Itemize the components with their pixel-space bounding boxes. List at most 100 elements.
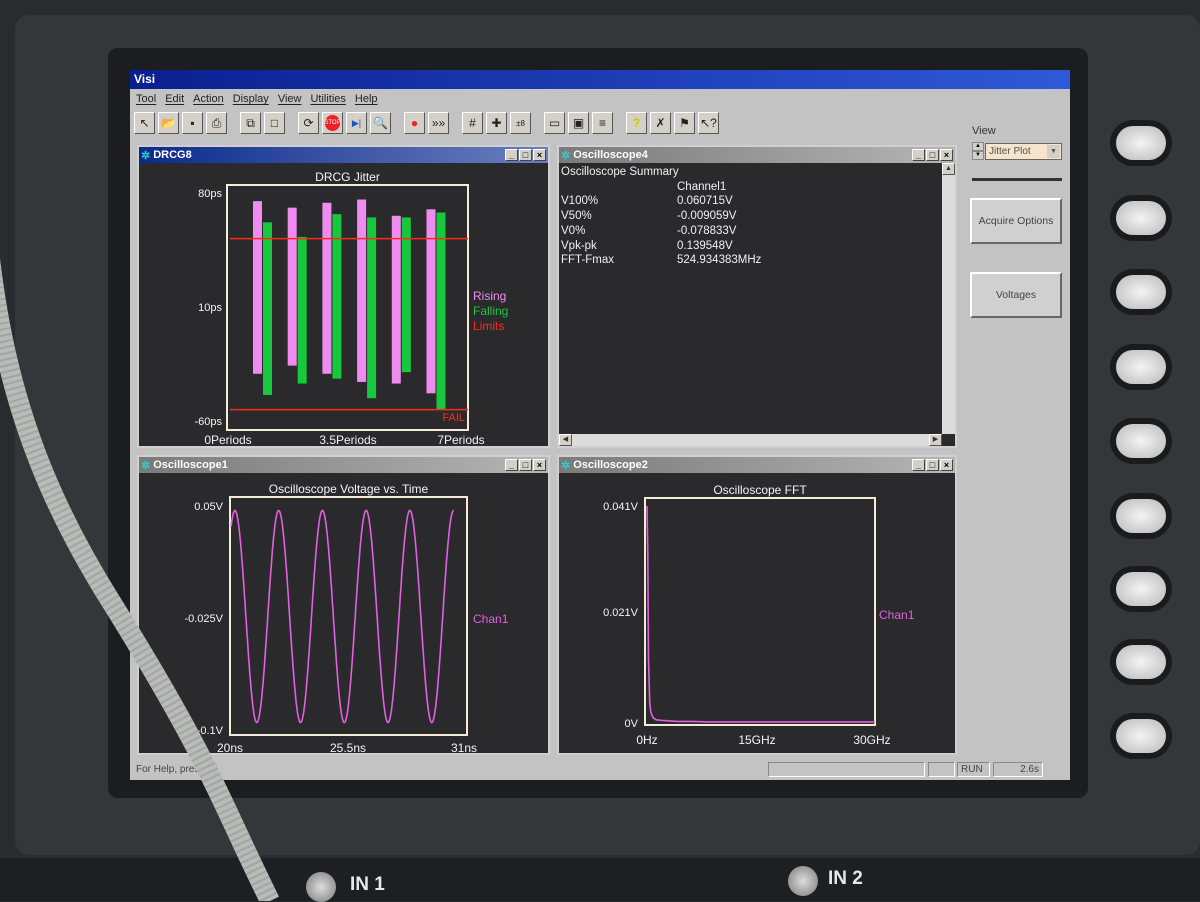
menu-view[interactable]: View xyxy=(278,93,302,107)
softkey-button[interactable] xyxy=(1116,350,1166,384)
softkey-button[interactable] xyxy=(1116,424,1166,458)
acquire-icon[interactable]: ⟳ xyxy=(298,112,319,134)
maximize-button[interactable]: □ xyxy=(519,149,532,161)
spin-down-icon[interactable]: ▼ xyxy=(972,151,984,160)
softkey-button[interactable] xyxy=(1116,275,1166,309)
app-window-icon: ✲ xyxy=(141,149,151,162)
print-icon[interactable]: ⎙ xyxy=(206,112,227,134)
menu-edit[interactable]: Edit xyxy=(165,93,184,107)
maximize-button[interactable]: □ xyxy=(519,459,532,471)
zoom-icon[interactable]: 🔍 xyxy=(370,112,391,134)
voltages-button[interactable]: Voltages xyxy=(970,272,1062,318)
status-mode: RUN xyxy=(957,762,990,777)
close-button[interactable]: × xyxy=(940,459,953,471)
scroll-left-button[interactable]: ◀ xyxy=(559,434,572,446)
view-dropdown[interactable]: Jitter Plot ▼ xyxy=(985,143,1062,160)
drcg-window-titlebar[interactable]: ✲ DRCG8 _ □ × xyxy=(139,147,548,163)
menu-utilities[interactable]: Utilities xyxy=(310,93,345,107)
horizontal-scrollbar[interactable]: ◀ ▶ xyxy=(559,434,942,446)
osc1-window-titlebar[interactable]: ✲ Oscilloscope1 _ □ × xyxy=(139,457,548,473)
flag-icon[interactable]: ⚑ xyxy=(674,112,695,134)
blank-page-icon[interactable]: □ xyxy=(264,112,285,134)
fail-label: FAIL xyxy=(442,412,465,424)
input1-connector[interactable] xyxy=(306,872,336,902)
menu-display[interactable]: Display xyxy=(233,93,269,107)
chevron-down-icon[interactable]: ▼ xyxy=(1047,145,1060,158)
grid-icon[interactable]: # xyxy=(462,112,483,134)
x-tick-label: 25.5ns xyxy=(330,741,366,753)
minimize-button[interactable]: _ xyxy=(912,149,925,161)
input2-label: IN 2 xyxy=(828,868,863,889)
summary-window-titlebar[interactable]: ✲ Oscilloscope4 _ □ × xyxy=(559,147,955,163)
maximize-button[interactable]: □ xyxy=(926,149,939,161)
x-tick-label: 7Periods xyxy=(437,433,484,446)
chart-title: DRCG Jitter xyxy=(315,170,380,184)
context-help-icon[interactable]: ↖? xyxy=(698,112,719,134)
stop-icon[interactable]: STOP xyxy=(322,112,343,134)
meter-icon[interactable]: ▭ xyxy=(544,112,565,134)
minimize-button[interactable]: _ xyxy=(505,149,518,161)
fft-window: ✲ Oscilloscope2 _ □ × Oscilloscope FFT 0.04… xyxy=(557,455,957,755)
pointer-icon[interactable]: ↖ xyxy=(134,112,155,134)
summary-label: Vpk-pk xyxy=(561,239,597,252)
status-help-text: For Help, press F1 xyxy=(136,764,219,775)
legend-rising: Rising xyxy=(473,289,506,303)
softkey-button[interactable] xyxy=(1116,572,1166,606)
step-icon[interactable]: ▶| xyxy=(346,112,367,134)
x-tick-label: 0Periods xyxy=(204,433,251,446)
minimize-button[interactable]: _ xyxy=(505,459,518,471)
x-tick-label: 0Hz xyxy=(636,733,657,747)
legend-chan1: Chan1 xyxy=(879,608,915,622)
fft-chart: Oscilloscope FFT 0.041V 0.021V 0V 0Hz 15GHz 30… xyxy=(603,483,915,747)
softkey-button[interactable] xyxy=(1116,201,1166,235)
toolbar: ↖ 📂 ▪ ⎙ ⧉ □ ⟳ STOP ▶| 🔍 ●»» # ✚ ±8 ▭ ▣ ≡? ✗ ⚑ ↖? xyxy=(134,112,719,138)
menu-tool[interactable]: Tool xyxy=(136,93,156,107)
y-tick-label: 0.05V xyxy=(194,501,223,513)
app-window-icon: ✲ xyxy=(141,459,151,472)
scroll-right-button[interactable]: ▶ xyxy=(929,434,942,446)
softkey-button[interactable] xyxy=(1116,719,1166,753)
falling-bar xyxy=(367,217,377,399)
notes-icon[interactable]: ≡ xyxy=(592,112,613,134)
softkey-button[interactable] xyxy=(1116,645,1166,679)
menu-bar: Tool Edit Action Display View Utilities Help xyxy=(130,90,1070,110)
menu-help[interactable]: Help xyxy=(355,93,378,107)
status-cell xyxy=(768,762,925,777)
view-spinner[interactable]: ▲ ▼ xyxy=(972,142,984,160)
summary-table: Oscilloscope Summary Channel1 V100% 0.060… xyxy=(561,165,761,268)
input2-connector[interactable] xyxy=(788,866,818,896)
spin-up-icon[interactable]: ▲ xyxy=(972,142,984,151)
toolbar-separator xyxy=(534,112,541,138)
minimize-button[interactable]: _ xyxy=(912,459,925,471)
summary-column-header: Channel1 xyxy=(677,180,727,193)
help-icon[interactable]: ? xyxy=(626,112,647,134)
toolbar-separator xyxy=(230,112,237,138)
menu-action[interactable]: Action xyxy=(193,93,224,107)
numbers-icon[interactable]: ±8 xyxy=(510,112,531,134)
tool-icon[interactable]: ✗ xyxy=(650,112,671,134)
summary-row: FFT-Fmax 524.934383MHz xyxy=(561,253,761,268)
preview-icon[interactable]: ▣ xyxy=(568,112,589,134)
toolbar-separator xyxy=(288,112,295,138)
softkey-button[interactable] xyxy=(1116,499,1166,533)
save-icon[interactable]: ▪ xyxy=(182,112,203,134)
control-panel: View ▲ ▼ Jitter Plot ▼ Acquire Options Vo… xyxy=(960,122,1070,762)
maximize-button[interactable]: □ xyxy=(926,459,939,471)
softkey-button[interactable] xyxy=(1116,126,1166,160)
record-icon[interactable]: ● xyxy=(404,112,425,134)
summary-row: Vpk-pk 0.139548V xyxy=(561,239,761,254)
acquire-options-button[interactable]: Acquire Options xyxy=(970,198,1062,244)
vertical-scrollbar[interactable]: ▲ xyxy=(942,163,955,434)
close-button[interactable]: × xyxy=(533,459,546,471)
scroll-up-button[interactable]: ▲ xyxy=(942,163,955,175)
summary-row: V0% -0.078833V xyxy=(561,224,761,239)
crosshair-icon[interactable]: ✚ xyxy=(486,112,507,134)
fast-forward-icon[interactable]: »» xyxy=(428,112,449,134)
osc2-window-titlebar[interactable]: ✲ Oscilloscope2 _ □ × xyxy=(559,457,955,473)
open-folder-icon[interactable]: 📂 xyxy=(158,112,179,134)
y-tick-label: -60ps xyxy=(194,416,222,428)
close-button[interactable]: × xyxy=(533,149,546,161)
close-button[interactable]: × xyxy=(940,149,953,161)
copy-icon[interactable]: ⧉ xyxy=(240,112,261,134)
summary-row: V50% -0.009059V xyxy=(561,209,761,224)
